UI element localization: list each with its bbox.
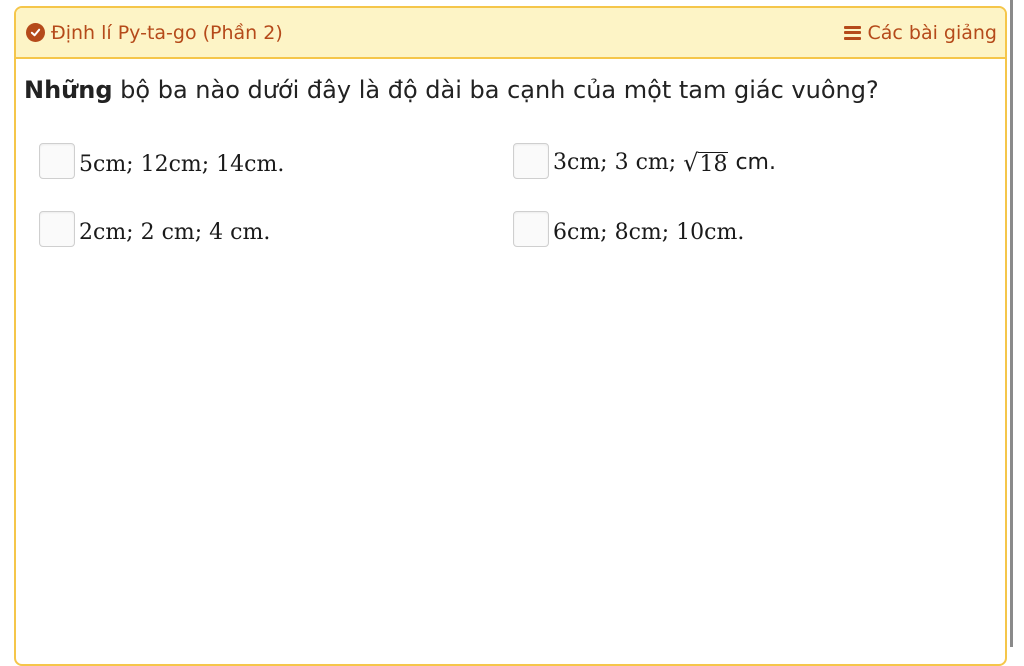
option-2-text-before: 3cm; 3 cm; — [553, 150, 684, 176]
option-1-label: 5cm; 12cm; 14cm. — [79, 151, 285, 177]
check-circle-icon — [26, 23, 45, 42]
lessons-list-label: Các bài giảng — [867, 21, 997, 44]
lessons-list-link[interactable]: Các bài giảng — [844, 8, 997, 57]
question-bold-prefix: Những — [24, 76, 113, 104]
option-4[interactable]: 6cm; 8cm; 10cm. — [513, 211, 744, 247]
option-1[interactable]: 5cm; 12cm; 14cm. — [39, 143, 284, 179]
menu-icon — [844, 25, 862, 40]
lesson-panel — [14, 6, 1007, 666]
option-1-checkbox[interactable] — [39, 143, 75, 179]
lesson-header: Định lí Py-ta-go (Phần 2) Các bài giảng — [16, 8, 1005, 59]
lesson-title[interactable]: Định lí Py-ta-go (Phần 2) — [26, 8, 283, 57]
option-4-checkbox[interactable] — [513, 211, 549, 247]
option-2-text-after: cm. — [728, 150, 776, 176]
question-text: Những bộ ba nào dưới đây là độ dài ba cạ… — [24, 76, 879, 104]
option-3[interactable]: 2cm; 2 cm; 4 cm. — [39, 211, 270, 247]
option-2[interactable]: 3cm; 3 cm; √ 18 cm. — [513, 143, 776, 179]
option-3-label: 2cm; 2 cm; 4 cm. — [79, 219, 271, 245]
option-3-checkbox[interactable] — [39, 211, 75, 247]
question-rest: bộ ba nào dưới đây là độ dài ba cạnh của… — [112, 76, 879, 104]
lesson-title-text: Định lí Py-ta-go (Phần 2) — [51, 21, 283, 44]
sqrt-expression: √ 18 — [683, 149, 729, 178]
scrollbar[interactable] — [1010, 0, 1013, 647]
option-4-label: 6cm; 8cm; 10cm. — [553, 219, 745, 245]
sqrt-radicand: 18 — [698, 152, 729, 178]
option-2-checkbox[interactable] — [513, 143, 549, 179]
option-2-label: 3cm; 3 cm; √ 18 cm. — [553, 150, 776, 177]
sqrt-symbol: √ — [683, 149, 699, 178]
